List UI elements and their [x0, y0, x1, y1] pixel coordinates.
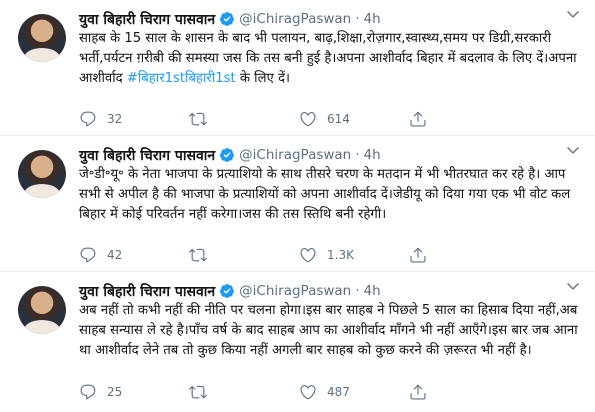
- reply-button[interactable]: 32: [79, 110, 189, 128]
- separator-dot: ·: [355, 11, 360, 27]
- reply-icon: [80, 111, 96, 127]
- like-button[interactable]: 614: [299, 110, 409, 128]
- tweet[interactable]: युवा बिहारी चिराग पासवान @iChiragPaswan …: [0, 0, 595, 136]
- like-count: 1.3K: [327, 248, 354, 262]
- tweet-actions: 42 1.3K: [79, 245, 555, 265]
- heart-icon: [300, 112, 316, 127]
- avatar[interactable]: [18, 14, 66, 62]
- tweet-header: युवा बिहारी चिराग पासवान @iChiragPaswan …: [79, 281, 595, 301]
- like-count: 487: [327, 385, 350, 399]
- share-icon: [410, 247, 426, 263]
- share-icon: [410, 111, 426, 127]
- author-handle[interactable]: @iChiragPaswan: [239, 11, 351, 27]
- tweet-text-body: अब नहीं तो कभी नहीं की नीति पर चलना होगा…: [79, 303, 582, 358]
- reply-icon: [80, 384, 96, 400]
- retweet-icon: [189, 112, 207, 126]
- timestamp[interactable]: 4h: [364, 11, 381, 27]
- separator-dot: ·: [355, 283, 360, 299]
- tweet-text-body: जे॰डी॰यू॰ के नेता भाजपा के प्रत्याशियो क…: [79, 167, 575, 222]
- avatar[interactable]: [18, 286, 66, 334]
- tweet-text: जे॰डी॰यू॰ के नेता भाजपा के प्रत्याशियो क…: [79, 165, 579, 225]
- heart-icon: [300, 385, 316, 400]
- verified-badge-icon: [220, 12, 235, 26]
- chevron-down-icon[interactable]: [565, 142, 581, 158]
- like-count: 614: [327, 112, 350, 126]
- author-handle[interactable]: @iChiragPaswan: [239, 283, 351, 299]
- timestamp[interactable]: 4h: [364, 283, 381, 299]
- retweet-button[interactable]: [189, 246, 299, 264]
- tweet-text-end: के लिए दें।: [235, 71, 291, 86]
- tweet-actions: 32 614: [79, 109, 555, 129]
- tweet-text: अब नहीं तो कभी नहीं की नीति पर चलना होगा…: [79, 301, 579, 361]
- tweet-actions: 25 487: [79, 382, 555, 402]
- avatar[interactable]: [18, 150, 66, 198]
- share-button[interactable]: [409, 383, 427, 401]
- reply-icon: [80, 247, 96, 263]
- author-name[interactable]: युवा बिहारी चिराग पासवान: [79, 10, 215, 29]
- reply-button[interactable]: 42: [79, 246, 189, 264]
- reply-count: 42: [107, 248, 123, 262]
- share-button[interactable]: [409, 110, 427, 128]
- verified-badge-icon: [220, 284, 235, 298]
- author-name[interactable]: युवा बिहारी चिराग पासवान: [79, 282, 215, 301]
- tweet[interactable]: युवा बिहारी चिराग पासवान @iChiragPaswan …: [0, 272, 595, 408]
- separator-dot: ·: [355, 147, 360, 163]
- tweet-header: युवा बिहारी चिराग पासवान @iChiragPaswan …: [79, 145, 595, 165]
- chevron-down-icon[interactable]: [565, 278, 581, 294]
- retweet-button[interactable]: [189, 383, 299, 401]
- reply-button[interactable]: 25: [79, 383, 189, 401]
- heart-icon: [300, 248, 316, 263]
- timestamp[interactable]: 4h: [364, 147, 381, 163]
- author-name[interactable]: युवा बिहारी चिराग पासवान: [79, 146, 215, 165]
- reply-count: 25: [107, 385, 123, 399]
- reply-count: 32: [107, 112, 123, 126]
- share-button[interactable]: [409, 246, 427, 264]
- author-handle[interactable]: @iChiragPaswan: [239, 147, 351, 163]
- verified-badge-icon: [220, 148, 235, 162]
- retweet-button[interactable]: [189, 110, 299, 128]
- retweet-icon: [189, 248, 207, 262]
- tweet-text: साहब के 15 साल के शासन के बाद भी पलायन, …: [79, 29, 579, 89]
- like-button[interactable]: 1.3K: [299, 246, 409, 264]
- chevron-down-icon[interactable]: [565, 6, 581, 22]
- hashtag-link[interactable]: #बिहार1stबिहारी1st: [127, 71, 236, 86]
- like-button[interactable]: 487: [299, 383, 409, 401]
- tweet[interactable]: युवा बिहारी चिराग पासवान @iChiragPaswan …: [0, 136, 595, 272]
- retweet-icon: [189, 385, 207, 399]
- tweet-header: युवा बिहारी चिराग पासवान @iChiragPaswan …: [79, 9, 595, 29]
- share-icon: [410, 384, 426, 400]
